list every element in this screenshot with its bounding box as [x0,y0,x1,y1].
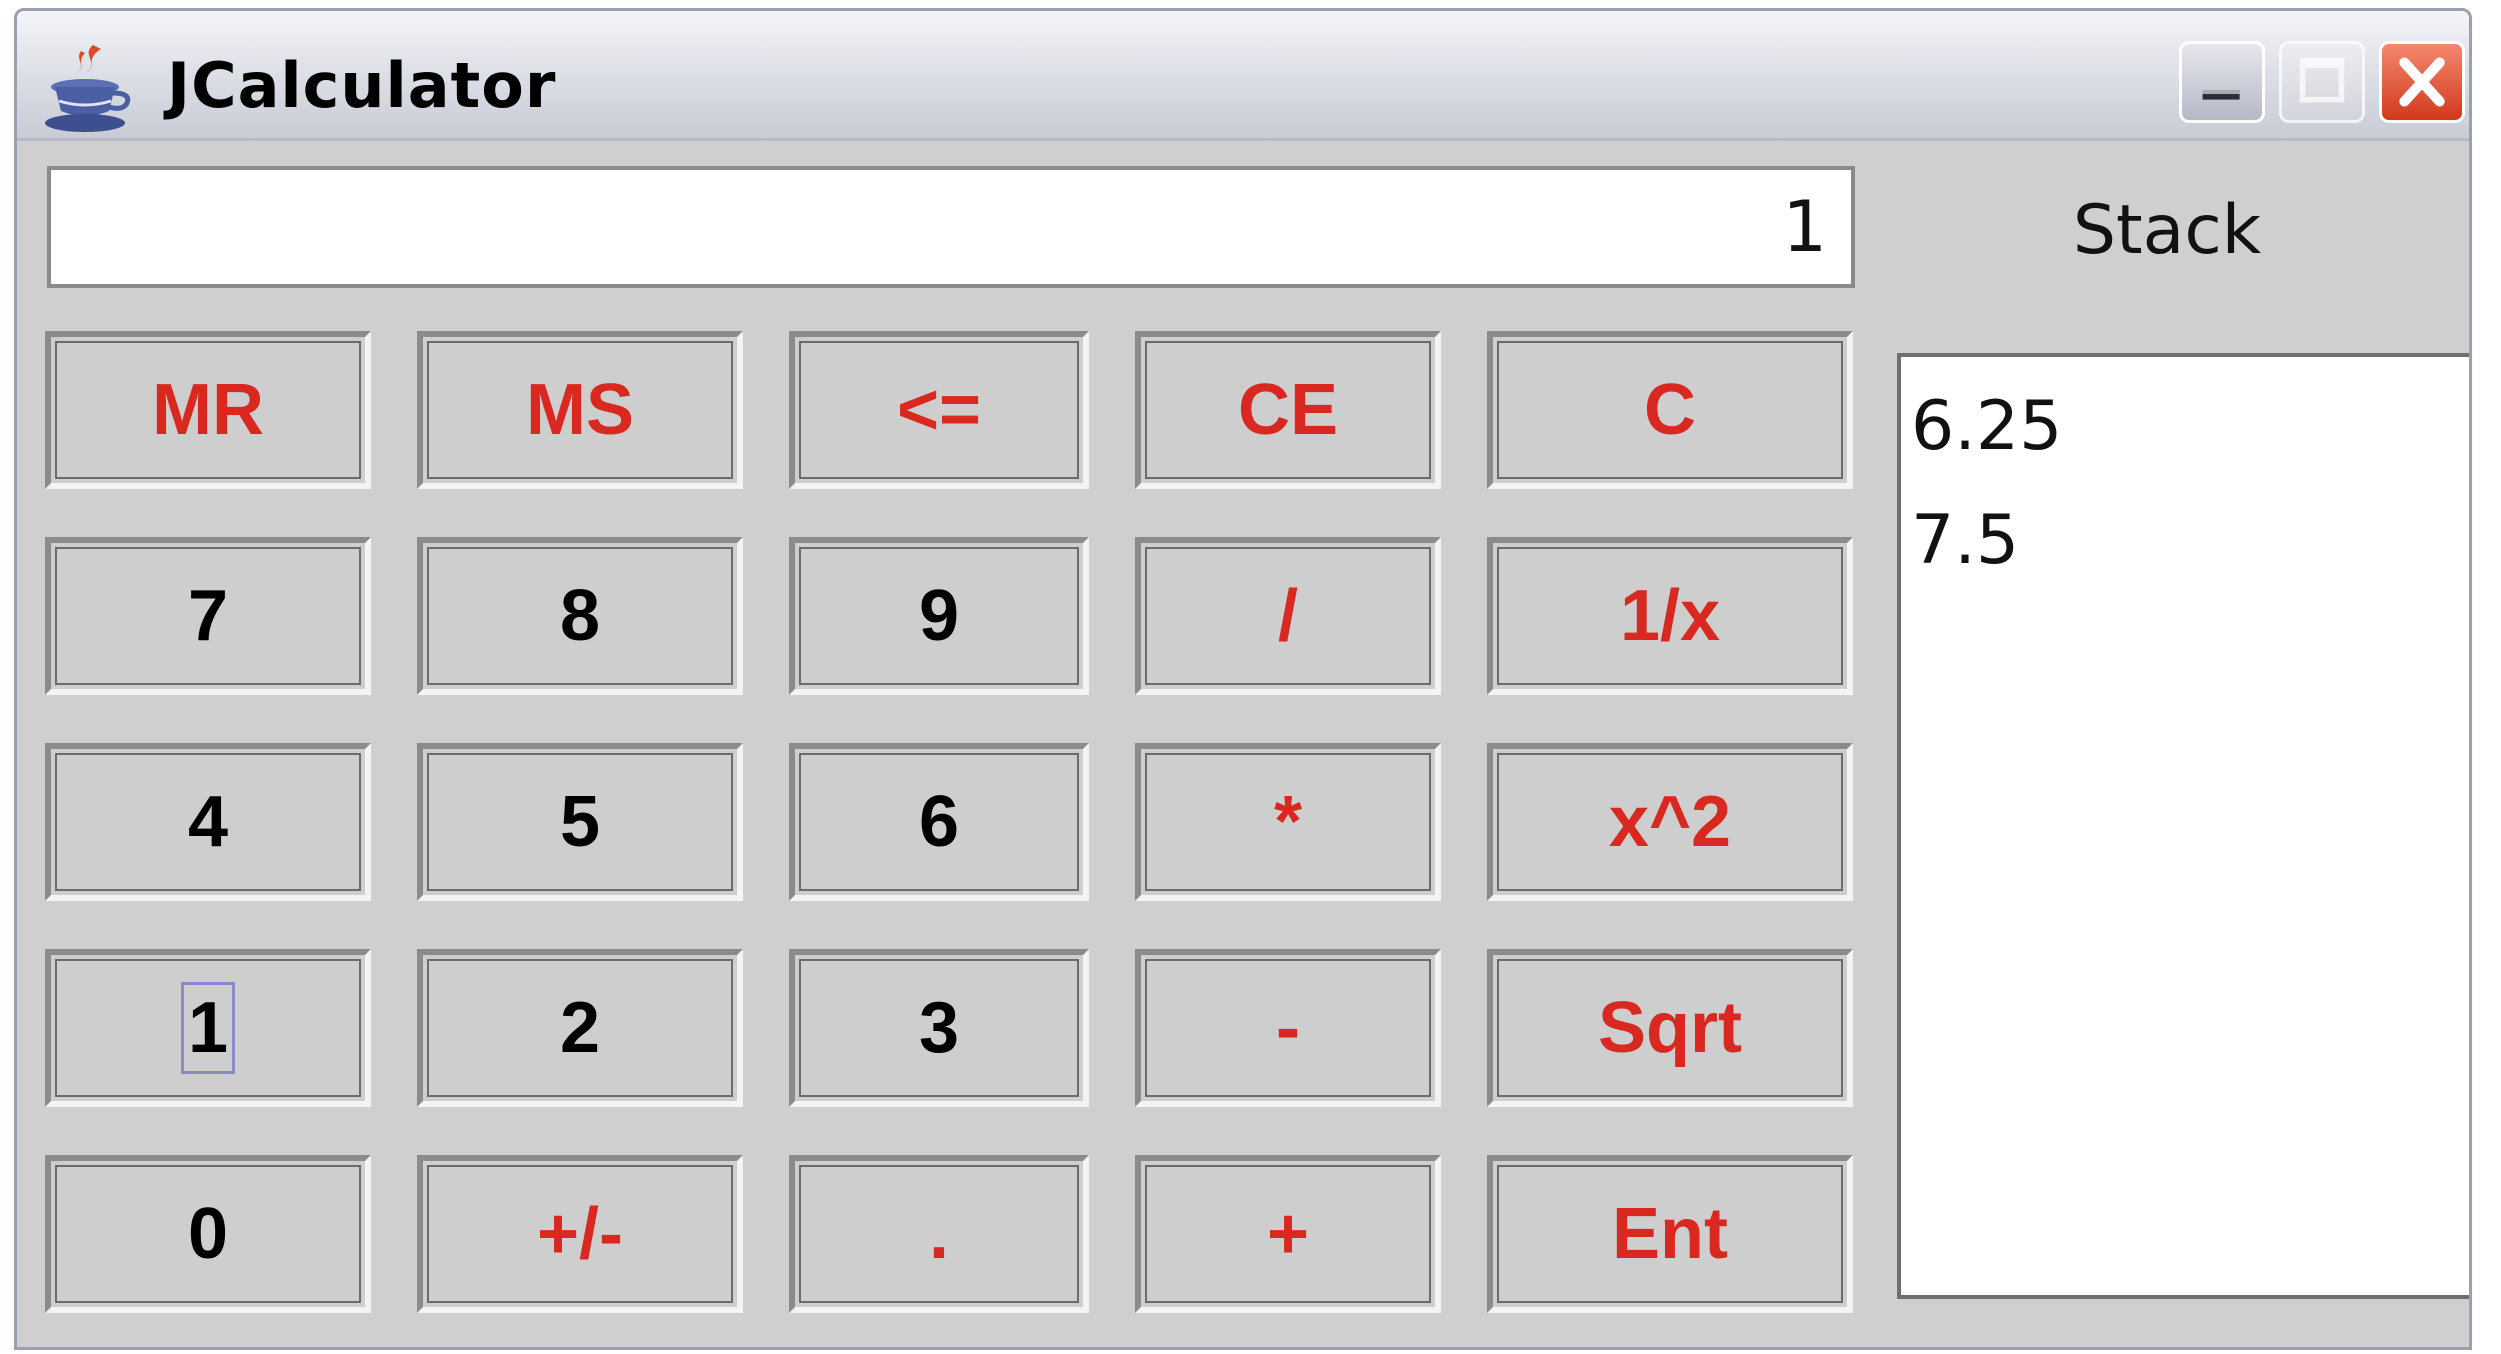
subtract-button[interactable]: - [1135,949,1441,1107]
minimize-icon [2202,90,2240,100]
memory-recall-button[interactable]: MR [45,331,371,489]
reciprocal-button[interactable]: 1/x [1487,537,1853,695]
stack-item[interactable]: 6.25 [1911,377,2461,491]
digit-1-button[interactable]: 1 [45,949,371,1107]
minimize-button[interactable] [2179,41,2265,123]
memory-store-button[interactable]: MS [417,331,743,489]
clear-entry-button[interactable]: CE [1135,331,1441,489]
calculator-window: JCalculator 1 Stack 6.25 7.5 MR MS <= CE… [14,8,2472,1350]
java-cup-icon [41,41,141,136]
digit-0-button[interactable]: 0 [45,1155,371,1313]
stack-item[interactable]: 7.5 [1911,491,2461,605]
decimal-point-button[interactable]: . [789,1155,1089,1313]
title-bar[interactable]: JCalculator [17,11,2469,141]
enter-button[interactable]: Ent [1487,1155,1853,1313]
negate-button[interactable]: +/- [417,1155,743,1313]
display-field[interactable]: 1 [47,166,1855,288]
divide-button[interactable]: / [1135,537,1441,695]
digit-9-button[interactable]: 9 [789,537,1089,695]
stack-label: Stack [2072,191,2262,270]
digit-2-button[interactable]: 2 [417,949,743,1107]
digit-6-button[interactable]: 6 [789,743,1089,901]
close-icon [2399,57,2445,107]
multiply-button[interactable]: * [1135,743,1441,901]
maximize-button[interactable] [2279,41,2365,123]
digit-7-button[interactable]: 7 [45,537,371,695]
digit-3-button[interactable]: 3 [789,949,1089,1107]
stack-list[interactable]: 6.25 7.5 [1897,353,2469,1299]
maximize-icon [2299,57,2345,103]
digit-8-button[interactable]: 8 [417,537,743,695]
close-button[interactable] [2379,41,2465,123]
digit-4-button[interactable]: 4 [45,743,371,901]
backspace-button[interactable]: <= [789,331,1089,489]
square-root-button[interactable]: Sqrt [1487,949,1853,1107]
digit-5-button[interactable]: 5 [417,743,743,901]
add-button[interactable]: + [1135,1155,1441,1313]
window-title: JCalculator [167,49,557,122]
square-button[interactable]: x^2 [1487,743,1853,901]
clear-button[interactable]: C [1487,331,1853,489]
